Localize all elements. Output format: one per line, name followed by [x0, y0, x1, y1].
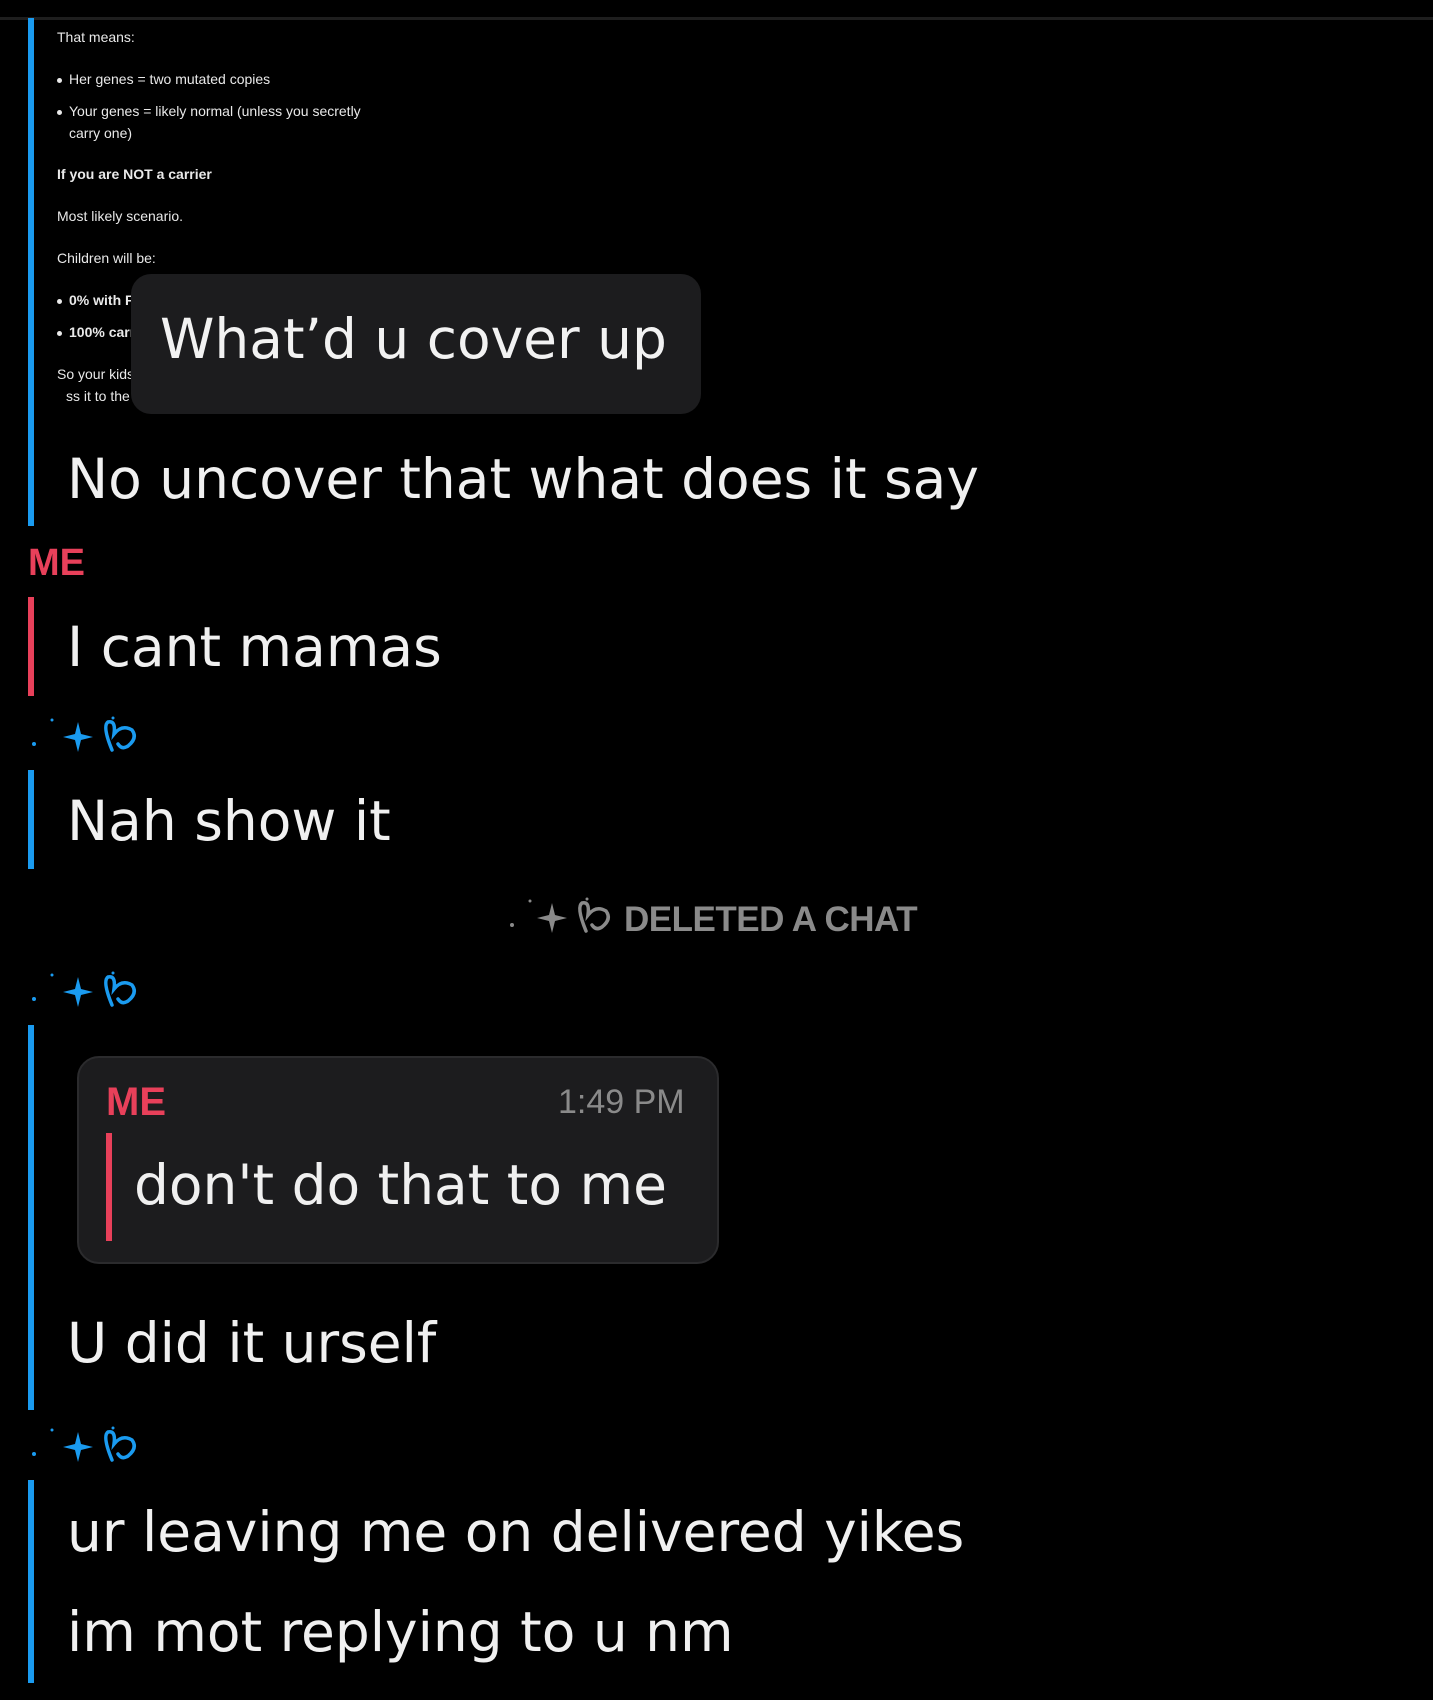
- sparkle-heart-icon: [510, 897, 610, 933]
- screenshot-line: 100% carr: [69, 324, 136, 340]
- sender-label-me: ME: [28, 542, 85, 584]
- friend-header: [30, 971, 160, 1011]
- top-divider: [0, 17, 1433, 20]
- sparkle-heart-icon: [32, 1426, 136, 1462]
- screenshot-line: 0% with FI: [69, 292, 138, 308]
- bullet: [57, 78, 62, 83]
- sparkle-heart-icon: [32, 971, 136, 1007]
- friend-message-bar: [28, 1025, 34, 1410]
- quoted-timestamp: 1:49 PM: [558, 1083, 685, 1121]
- message-text: Nah show it: [67, 789, 391, 853]
- friend-header: [30, 716, 160, 756]
- bullet: [57, 110, 62, 115]
- message-text: I cant mamas: [67, 615, 442, 679]
- friend-message-bar: [28, 18, 34, 526]
- screenshot-line: If you are NOT a carrier: [57, 166, 212, 182]
- screenshot-line: So your kids: [57, 366, 135, 382]
- quoted-text: don't do that to me: [134, 1153, 667, 1217]
- message-text: im mot replying to u nm: [67, 1600, 734, 1664]
- message-text: ur leaving me on delivered yikes: [67, 1500, 965, 1564]
- bullet: [57, 299, 62, 304]
- screenshot-line: That means:: [57, 29, 135, 45]
- screenshot-line: carry one): [69, 125, 133, 141]
- me-message-bar: [28, 597, 34, 696]
- friend-message-bar: [28, 1480, 34, 1683]
- friend-header: [30, 1426, 160, 1466]
- deleted-chat-notice: DELETED A CHAT: [624, 900, 918, 939]
- screenshot-line: Children will be:: [57, 250, 156, 266]
- bullet: [57, 331, 62, 336]
- screenshot-line: Your genes = likely normal (unless you s…: [69, 103, 361, 119]
- screenshot-line: Her genes = two mutated copies: [69, 71, 271, 87]
- caption-text: What’d u cover up: [160, 307, 667, 371]
- friend-message-bar: [28, 770, 34, 869]
- message-text: U did it urself: [67, 1311, 437, 1375]
- quoted-me-bar: [106, 1133, 112, 1241]
- sparkle-heart-icon: [32, 716, 136, 752]
- quoted-sender: ME: [106, 1080, 166, 1124]
- screenshot-line: ss it to the: [66, 388, 130, 404]
- message-text: No uncover that what does it say: [67, 447, 979, 511]
- screenshot-line: Most likely scenario.: [57, 208, 184, 224]
